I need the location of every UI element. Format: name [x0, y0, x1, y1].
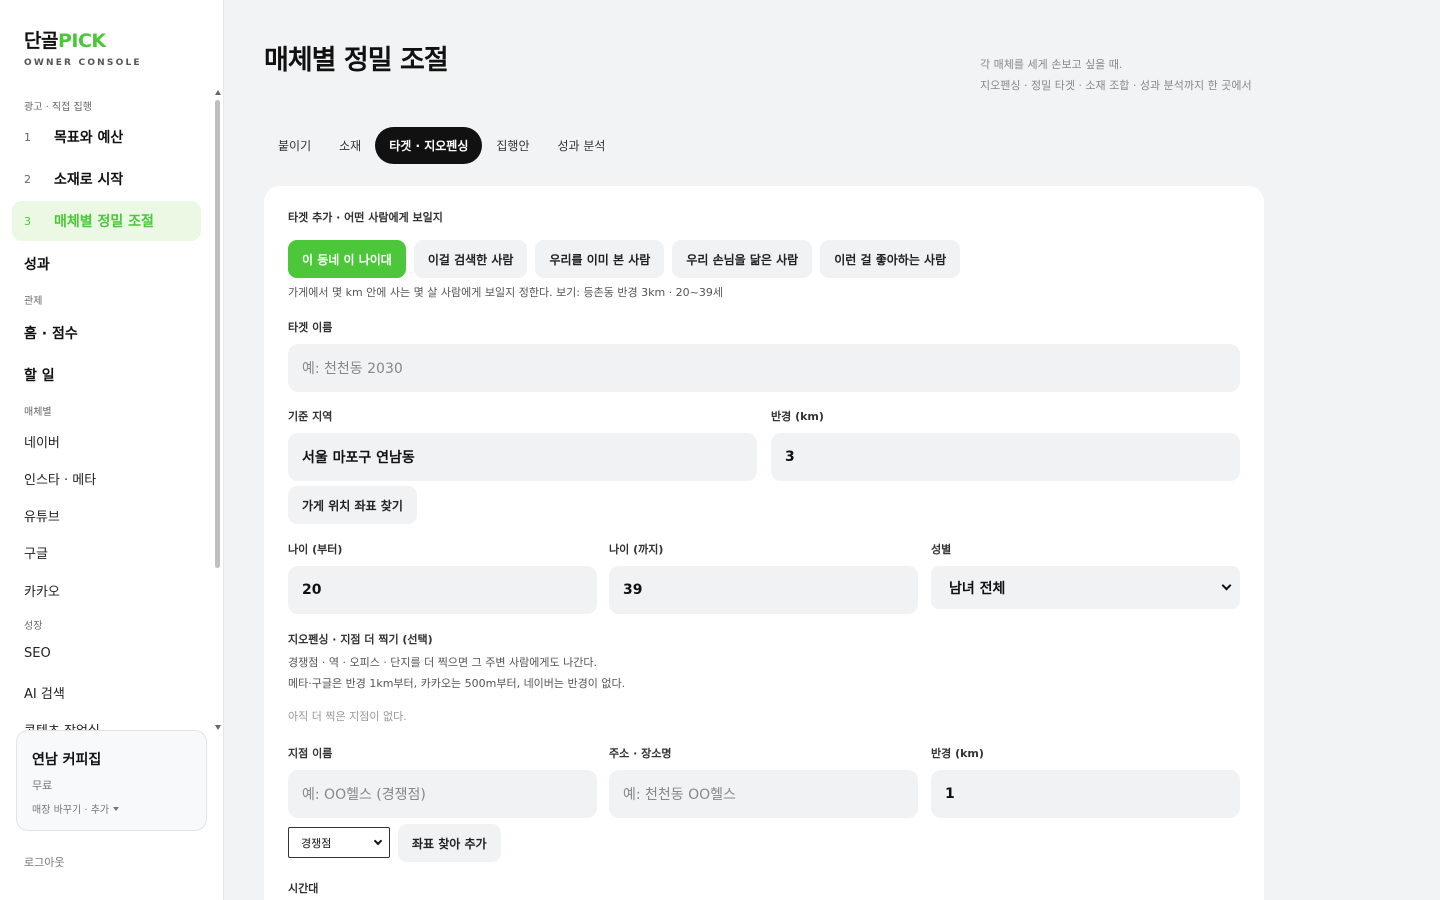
sidebar-step-creative-start[interactable]: 2 소재로 시작: [12, 159, 201, 199]
add-point-button[interactable]: 좌표 찾아 추가: [398, 824, 501, 862]
store-name: 연남 커피집: [32, 752, 102, 768]
chip-lookalike[interactable]: 우리 손님을 닮은 사람: [672, 240, 813, 278]
age-from-label: 나이 (부터): [288, 543, 343, 556]
geofence-empty: 아직 더 찍은 지점이 없다.: [288, 710, 407, 723]
radius-input[interactable]: 3: [771, 433, 1240, 481]
tab-target-geofencing[interactable]: 타겟 · 지오펜싱: [375, 127, 483, 164]
sidebar-item-seo[interactable]: SEO: [24, 646, 51, 661]
sidebar-item-insta-meta[interactable]: 인스타 · 메타: [24, 469, 96, 488]
sidebar-item-youtube[interactable]: 유튜브: [24, 506, 60, 525]
brand-name-part2: PICK: [57, 30, 106, 52]
brand-logo[interactable]: 단골PICK: [24, 26, 106, 53]
step-number: 3: [24, 214, 31, 228]
brand-name-part1: 단골: [24, 30, 58, 52]
sidebar: 단골PICK OWNER CONSOLE 광고 · 직접 집행 1 목표와 예산…: [0, 0, 224, 900]
scroll-down-icon[interactable]: [215, 725, 221, 730]
point-radius-label: 반경 (km): [931, 747, 984, 760]
step-label: 목표와 예산: [54, 130, 124, 146]
target-type-chips: 이 동네 이 나이대 이걸 검색한 사람 우리를 이미 본 사람 우리 손님을 …: [288, 240, 961, 278]
step-label: 소재로 시작: [54, 172, 124, 188]
sidebar-item-home-score[interactable]: 홈 · 점수: [24, 323, 78, 343]
store-plan: 무료: [32, 779, 53, 792]
tab-execution-plan[interactable]: 집행안: [482, 127, 543, 164]
point-radius-input[interactable]: 1: [931, 770, 1240, 818]
address-label: 주소 · 장소명: [609, 747, 672, 760]
scrollbar-thumb[interactable]: [215, 100, 220, 568]
target-add-label: 타겟 추가 · 어떤 사람에게 보일지: [288, 211, 443, 224]
tab-creative[interactable]: 소재: [325, 127, 375, 164]
point-name-label: 지점 이름: [288, 747, 333, 760]
region-input[interactable]: 서울 마포구 연남동: [288, 433, 757, 481]
region-label: 기준 지역: [288, 410, 333, 423]
chip-hint: 가게에서 몇 km 안에 사는 몇 살 사람에게 보일지 정한다. 보기: 등촌…: [288, 286, 724, 299]
target-name-input[interactable]: 예: 천천동 2030: [288, 344, 1240, 392]
geofence-label: 지오펜싱 · 지점 더 찍기 (선택): [288, 633, 433, 646]
geofence-hint-1: 경쟁점 · 역 · 오피스 · 단지를 더 찍으면 그 주변 사람에게도 나간다…: [288, 656, 597, 669]
point-type-select[interactable]: 경쟁점: [288, 827, 390, 858]
sidebar-step-fine-tuning[interactable]: 3 매체별 정밀 조절: [12, 201, 201, 241]
caret-down-icon: [113, 806, 120, 811]
gender-select[interactable]: 남녀 전체: [931, 566, 1240, 609]
brand-subtitle: OWNER CONSOLE: [24, 58, 142, 68]
age-from-input[interactable]: 20: [288, 566, 597, 614]
tab-performance-analysis[interactable]: 성과 분석: [544, 127, 620, 164]
step-number: 2: [24, 172, 31, 186]
sidebar-item-ai-search[interactable]: AI 검색: [24, 683, 65, 702]
chip-already-seen[interactable]: 우리를 이미 본 사람: [535, 240, 665, 278]
section-growth: 성장: [24, 621, 43, 632]
section-ads: 광고 · 직접 집행: [24, 102, 92, 113]
chevron-down-icon: [1221, 580, 1232, 591]
page-description-line2: 지오펜싱 · 정밀 타겟 · 소재 조합 · 성과 분석까지 한 곳에서: [980, 79, 1252, 92]
store-switch-button[interactable]: 매장 바꾸기 · 추가: [32, 801, 120, 816]
geofence-hint-2: 메타·구글은 반경 1km부터, 카카오는 500m부터, 네이버는 반경이 없…: [288, 677, 626, 690]
tab-bar: 붙이기 소재 타겟 · 지오펜싱 집행안 성과 분석: [264, 127, 619, 164]
page-description-line1: 각 매체를 세게 손보고 싶을 때.: [980, 58, 1123, 71]
sidebar-item-naver[interactable]: 네이버: [24, 432, 60, 451]
chip-searched[interactable]: 이걸 검색한 사람: [413, 240, 528, 278]
section-media: 매체별: [24, 407, 52, 418]
age-to-input[interactable]: 39: [609, 566, 918, 614]
radius-label: 반경 (km): [771, 410, 824, 423]
gender-label: 성별: [931, 543, 952, 556]
sidebar-item-google[interactable]: 구글: [24, 543, 48, 562]
page-title: 매체별 정밀 조절: [264, 45, 449, 76]
sidebar-step-goal-budget[interactable]: 1 목표와 예산: [12, 117, 201, 157]
age-to-label: 나이 (까지): [609, 543, 664, 556]
page-description: 각 매체를 세게 손보고 싶을 때. 지오펜싱 · 정밀 타겟 · 소재 조합 …: [980, 54, 1252, 96]
step-number: 1: [24, 130, 31, 144]
sidebar-item-performance[interactable]: 성과: [24, 254, 50, 274]
point-name-input[interactable]: 예: OO헬스 (경쟁점): [288, 770, 597, 818]
sidebar-item-todo[interactable]: 할 일: [24, 365, 55, 385]
store-card: 연남 커피집 무료 매장 바꾸기 · 추가: [16, 730, 207, 831]
chip-neighborhood-age[interactable]: 이 동네 이 나이대: [288, 240, 406, 278]
time-label: 시간대: [288, 882, 319, 895]
section-control: 관제: [24, 296, 43, 307]
chip-interests[interactable]: 이런 걸 좋아하는 사람: [820, 240, 961, 278]
sidebar-scrollbar[interactable]: [214, 90, 222, 730]
target-form-card: 타겟 추가 · 어떤 사람에게 보일지 이 동네 이 나이대 이걸 검색한 사람…: [264, 186, 1264, 900]
scroll-up-icon[interactable]: [215, 90, 221, 95]
point-type-value: 경쟁점: [301, 836, 332, 850]
logout-link[interactable]: 로그아웃: [24, 854, 64, 870]
address-input[interactable]: 예: 천천동 OO헬스: [609, 770, 918, 818]
find-coords-button[interactable]: 가게 위치 좌표 찾기: [288, 486, 417, 524]
tab-attach[interactable]: 붙이기: [264, 127, 325, 164]
step-label: 매체별 정밀 조절: [54, 214, 154, 230]
gender-select-value: 남녀 전체: [949, 580, 1006, 597]
chevron-down-icon: [373, 836, 383, 846]
target-name-label: 타겟 이름: [288, 321, 333, 334]
sidebar-item-kakao[interactable]: 카카오: [24, 581, 60, 600]
store-switch-label: 매장 바꾸기 · 추가: [32, 805, 110, 816]
sidebar-nav: 광고 · 직접 집행 1 목표와 예산 2 소재로 시작 3 매체별 정밀 조절…: [0, 90, 212, 730]
sidebar-item-content-studio[interactable]: 콘텐츠 작업실: [24, 720, 100, 730]
